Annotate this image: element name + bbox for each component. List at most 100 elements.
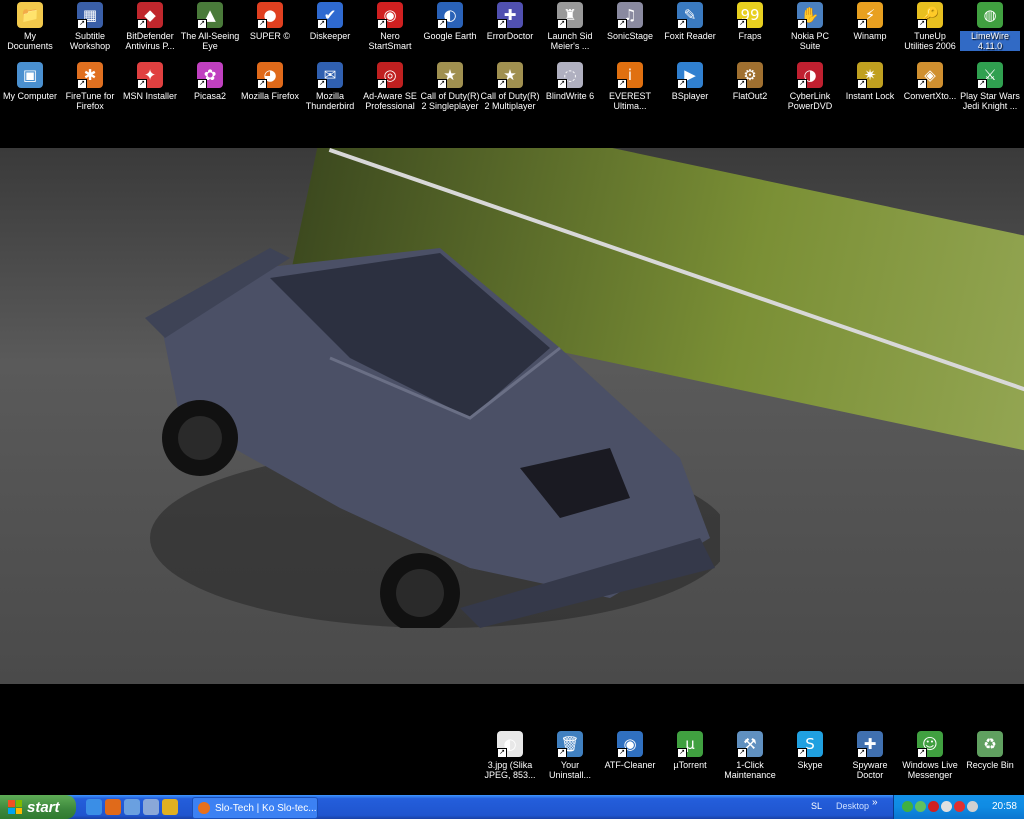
utorrent-tray-icon[interactable] xyxy=(902,801,913,812)
desktop-icon[interactable]: ▲ ↗ The All-Seeing Eye xyxy=(180,2,240,60)
desktop-icon[interactable]: ◉ ↗ ATF-Cleaner xyxy=(600,731,660,789)
foxit-reader-icon: ✎ ↗ xyxy=(677,2,703,29)
desktop-icon[interactable]: ✦ ↗ MSN Installer xyxy=(120,62,180,120)
desktop-icon-label: Subtitle Workshop xyxy=(69,31,111,51)
desktop-icon-label: Recycle Bin xyxy=(966,760,1014,770)
messenger-tray-icon[interactable] xyxy=(915,801,926,812)
desktop-icon[interactable]: 🔑 ↗ TuneUp Utilities 2006 xyxy=(900,2,960,60)
shortcut-arrow-icon: ↗ xyxy=(437,79,447,89)
shortcut-arrow-icon: ↗ xyxy=(557,79,567,89)
desktop-icon-label: 1-Click Maintenance xyxy=(724,760,776,780)
desktop[interactable]: 📁 My Documents ▦ ↗ Subtitle Workshop ◆ ↗ BitDef… xyxy=(0,0,1024,795)
all-seeing-eye-icon: ▲ ↗ xyxy=(197,2,223,29)
shortcut-arrow-icon: ↗ xyxy=(977,79,987,89)
shortcut-arrow-icon: ↗ xyxy=(737,19,747,29)
desktop-icon-label: Spyware Doctor xyxy=(852,760,888,780)
desktop-icon[interactable]: ♻ Recycle Bin xyxy=(960,731,1020,789)
shortcut-arrow-icon: ↗ xyxy=(377,19,387,29)
language-indicator[interactable]: SL xyxy=(811,801,822,811)
desktop-icon-label: Picasa2 xyxy=(193,91,227,101)
shortcut-arrow-icon: ↗ xyxy=(437,19,447,29)
desktop-icon[interactable]: ♫ ↗ SonicStage xyxy=(600,2,660,60)
desktop-icon-label: Mozilla Firefox xyxy=(240,91,299,101)
shortcut-arrow-icon: ↗ xyxy=(917,748,927,758)
desktop-icon[interactable]: ◆ ↗ BitDefender Antivirus P... xyxy=(120,2,180,60)
desktop-icon-label: FlatOut2 xyxy=(732,91,768,101)
desktop-icon-label: ErrorDoctor xyxy=(486,31,534,41)
volume-tray-icon[interactable] xyxy=(967,801,978,812)
shortcut-arrow-icon: ↗ xyxy=(317,19,327,29)
desktop-icon[interactable]: ◉ ↗ Nero StartSmart xyxy=(360,2,420,60)
desktop-icon-label: Play Star Wars Jedi Knight ... xyxy=(960,91,1020,111)
desktop-icon[interactable]: µ ↗ µTorrent xyxy=(660,731,720,789)
powerdvd-icon: ◑ ↗ xyxy=(797,62,823,89)
winamp-quicklaunch-icon[interactable] xyxy=(162,799,178,815)
desktop-icon[interactable]: ★ ↗ Call of Duty(R) 2 Singleplayer xyxy=(420,62,480,120)
everest-icon: i ↗ xyxy=(617,62,643,89)
desktop-icon[interactable]: ♜ ↗ Launch Sid Meier's ... xyxy=(540,2,600,60)
one-click-maintenance-icon: ⚒ ↗ xyxy=(737,731,763,758)
firefox-quicklaunch-icon[interactable] xyxy=(105,799,121,815)
antivirus-tray-icon[interactable] xyxy=(954,801,965,812)
desktop-icon[interactable]: ◐ ↗ Google Earth xyxy=(420,2,480,60)
desktop-icon[interactable]: ⚙ ↗ FlatOut2 xyxy=(720,62,780,120)
desktop-icon[interactable]: ▣ My Computer xyxy=(0,62,60,120)
desktop-icon[interactable]: ✔ ↗ Diskeeper xyxy=(300,2,360,60)
shortcut-arrow-icon: ↗ xyxy=(137,79,147,89)
desktop-icon[interactable]: ✋ ↗ Nokia PC Suite xyxy=(780,2,840,60)
my-computer-icon: ▣ xyxy=(17,62,43,88)
desktop-icon[interactable]: S ↗ Skype xyxy=(780,731,840,789)
desktop-icon[interactable]: ◎ ↗ Ad-Aware SE Professional xyxy=(360,62,420,120)
desktop-icon[interactable]: ⚒ ↗ 1-Click Maintenance xyxy=(720,731,780,789)
desktop-icon[interactable]: ◌ ↗ BlindWrite 6 xyxy=(540,62,600,120)
network-tray-icon[interactable] xyxy=(941,801,952,812)
desktop-icon[interactable]: 99 ↗ Fraps xyxy=(720,2,780,60)
desktop-icon[interactable]: ✿ ↗ Picasa2 xyxy=(180,62,240,120)
diskeeper-icon: ✔ ↗ xyxy=(317,2,343,29)
desktop-icon[interactable]: ◕ ↗ Mozilla Firefox xyxy=(240,62,300,120)
skype-icon: S ↗ xyxy=(797,731,823,758)
clock[interactable]: 20:58 xyxy=(992,801,1017,812)
desktop-icon[interactable]: ◍ LimeWire 4.11.0 xyxy=(960,2,1020,60)
desktop-icon[interactable]: ✚ ↗ Spyware Doctor xyxy=(840,731,900,789)
desktop-icon-label: Launch Sid Meier's ... xyxy=(547,31,593,51)
ad-aware-icon: ◎ ↗ xyxy=(377,62,403,89)
toolbar-chevron-button[interactable]: » xyxy=(872,797,878,808)
desktop-icon[interactable]: ★ ↗ Call of Duty(R) 2 Multiplayer xyxy=(480,62,540,120)
desktop-icon[interactable]: ✱ ↗ FireTune for Firefox xyxy=(60,62,120,120)
thunderbird-icon: ✉ ↗ xyxy=(317,62,343,89)
desktop-icon-label: ATF-Cleaner xyxy=(604,760,656,770)
desktop-icon-label: 3.jpg (Slika JPEG, 853... xyxy=(484,760,536,780)
desktop-icon-label: Ad-Aware SE Professional xyxy=(363,91,417,111)
desktop-icon-label: TuneUp Utilities 2006 xyxy=(904,31,956,51)
nero-tray-icon[interactable] xyxy=(928,801,939,812)
desktop-icon[interactable]: ◑ ↗ CyberLink PowerDVD xyxy=(780,62,840,120)
start-button[interactable]: start xyxy=(0,795,76,819)
desktop-icon[interactable]: i ↗ EVEREST Ultima... xyxy=(600,62,660,120)
desktop-icon[interactable]: ▦ ↗ Subtitle Workshop xyxy=(60,2,120,60)
shortcut-arrow-icon: ↗ xyxy=(917,19,927,29)
desktop-icon[interactable]: ● ↗ SUPER © xyxy=(240,2,300,60)
ie-icon[interactable] xyxy=(86,799,102,815)
shortcut-arrow-icon: ↗ xyxy=(677,19,687,29)
taskbar-button-firefox[interactable]: Slo-Tech | Ko Slo-tec... xyxy=(192,797,318,819)
show-desktop-icon[interactable] xyxy=(124,799,140,815)
desktop-icon[interactable]: ☺ ↗ Windows Live Messenger xyxy=(900,731,960,789)
desktop-icon[interactable]: ⚡ ↗ Winamp xyxy=(840,2,900,60)
desktop-icon[interactable]: ✷ ↗ Instant Lock xyxy=(840,62,900,120)
desktop-icon[interactable]: ◈ ↗ ConvertXto... xyxy=(900,62,960,120)
desktop-toolbar-label[interactable]: Desktop xyxy=(836,801,869,811)
desktop-icon-label: Instant Lock xyxy=(845,91,895,101)
desktop-icon[interactable]: ▶ ↗ BSplayer xyxy=(660,62,720,120)
desktop-icon[interactable]: 🗑 ↗ Your Uninstall... xyxy=(540,731,600,789)
desktop-icon[interactable]: ◐ ↗ 3.jpg (Slika JPEG, 853... xyxy=(480,731,540,789)
desktop-icon[interactable]: ✉ ↗ Mozilla Thunderbird xyxy=(300,62,360,120)
desktop-icon[interactable]: ⚔ ↗ Play Star Wars Jedi Knight ... xyxy=(960,62,1020,120)
desktop-icon[interactable]: ✎ ↗ Foxit Reader xyxy=(660,2,720,60)
shortcut-arrow-icon: ↗ xyxy=(677,748,687,758)
desktop-icon[interactable]: ✚ ↗ ErrorDoctor xyxy=(480,2,540,60)
jpg-file-icon: ◐ ↗ xyxy=(497,731,523,758)
call-of-duty-mp-icon: ★ ↗ xyxy=(497,62,523,89)
media-player-icon[interactable] xyxy=(143,799,159,815)
desktop-icon[interactable]: 📁 My Documents xyxy=(0,2,60,60)
